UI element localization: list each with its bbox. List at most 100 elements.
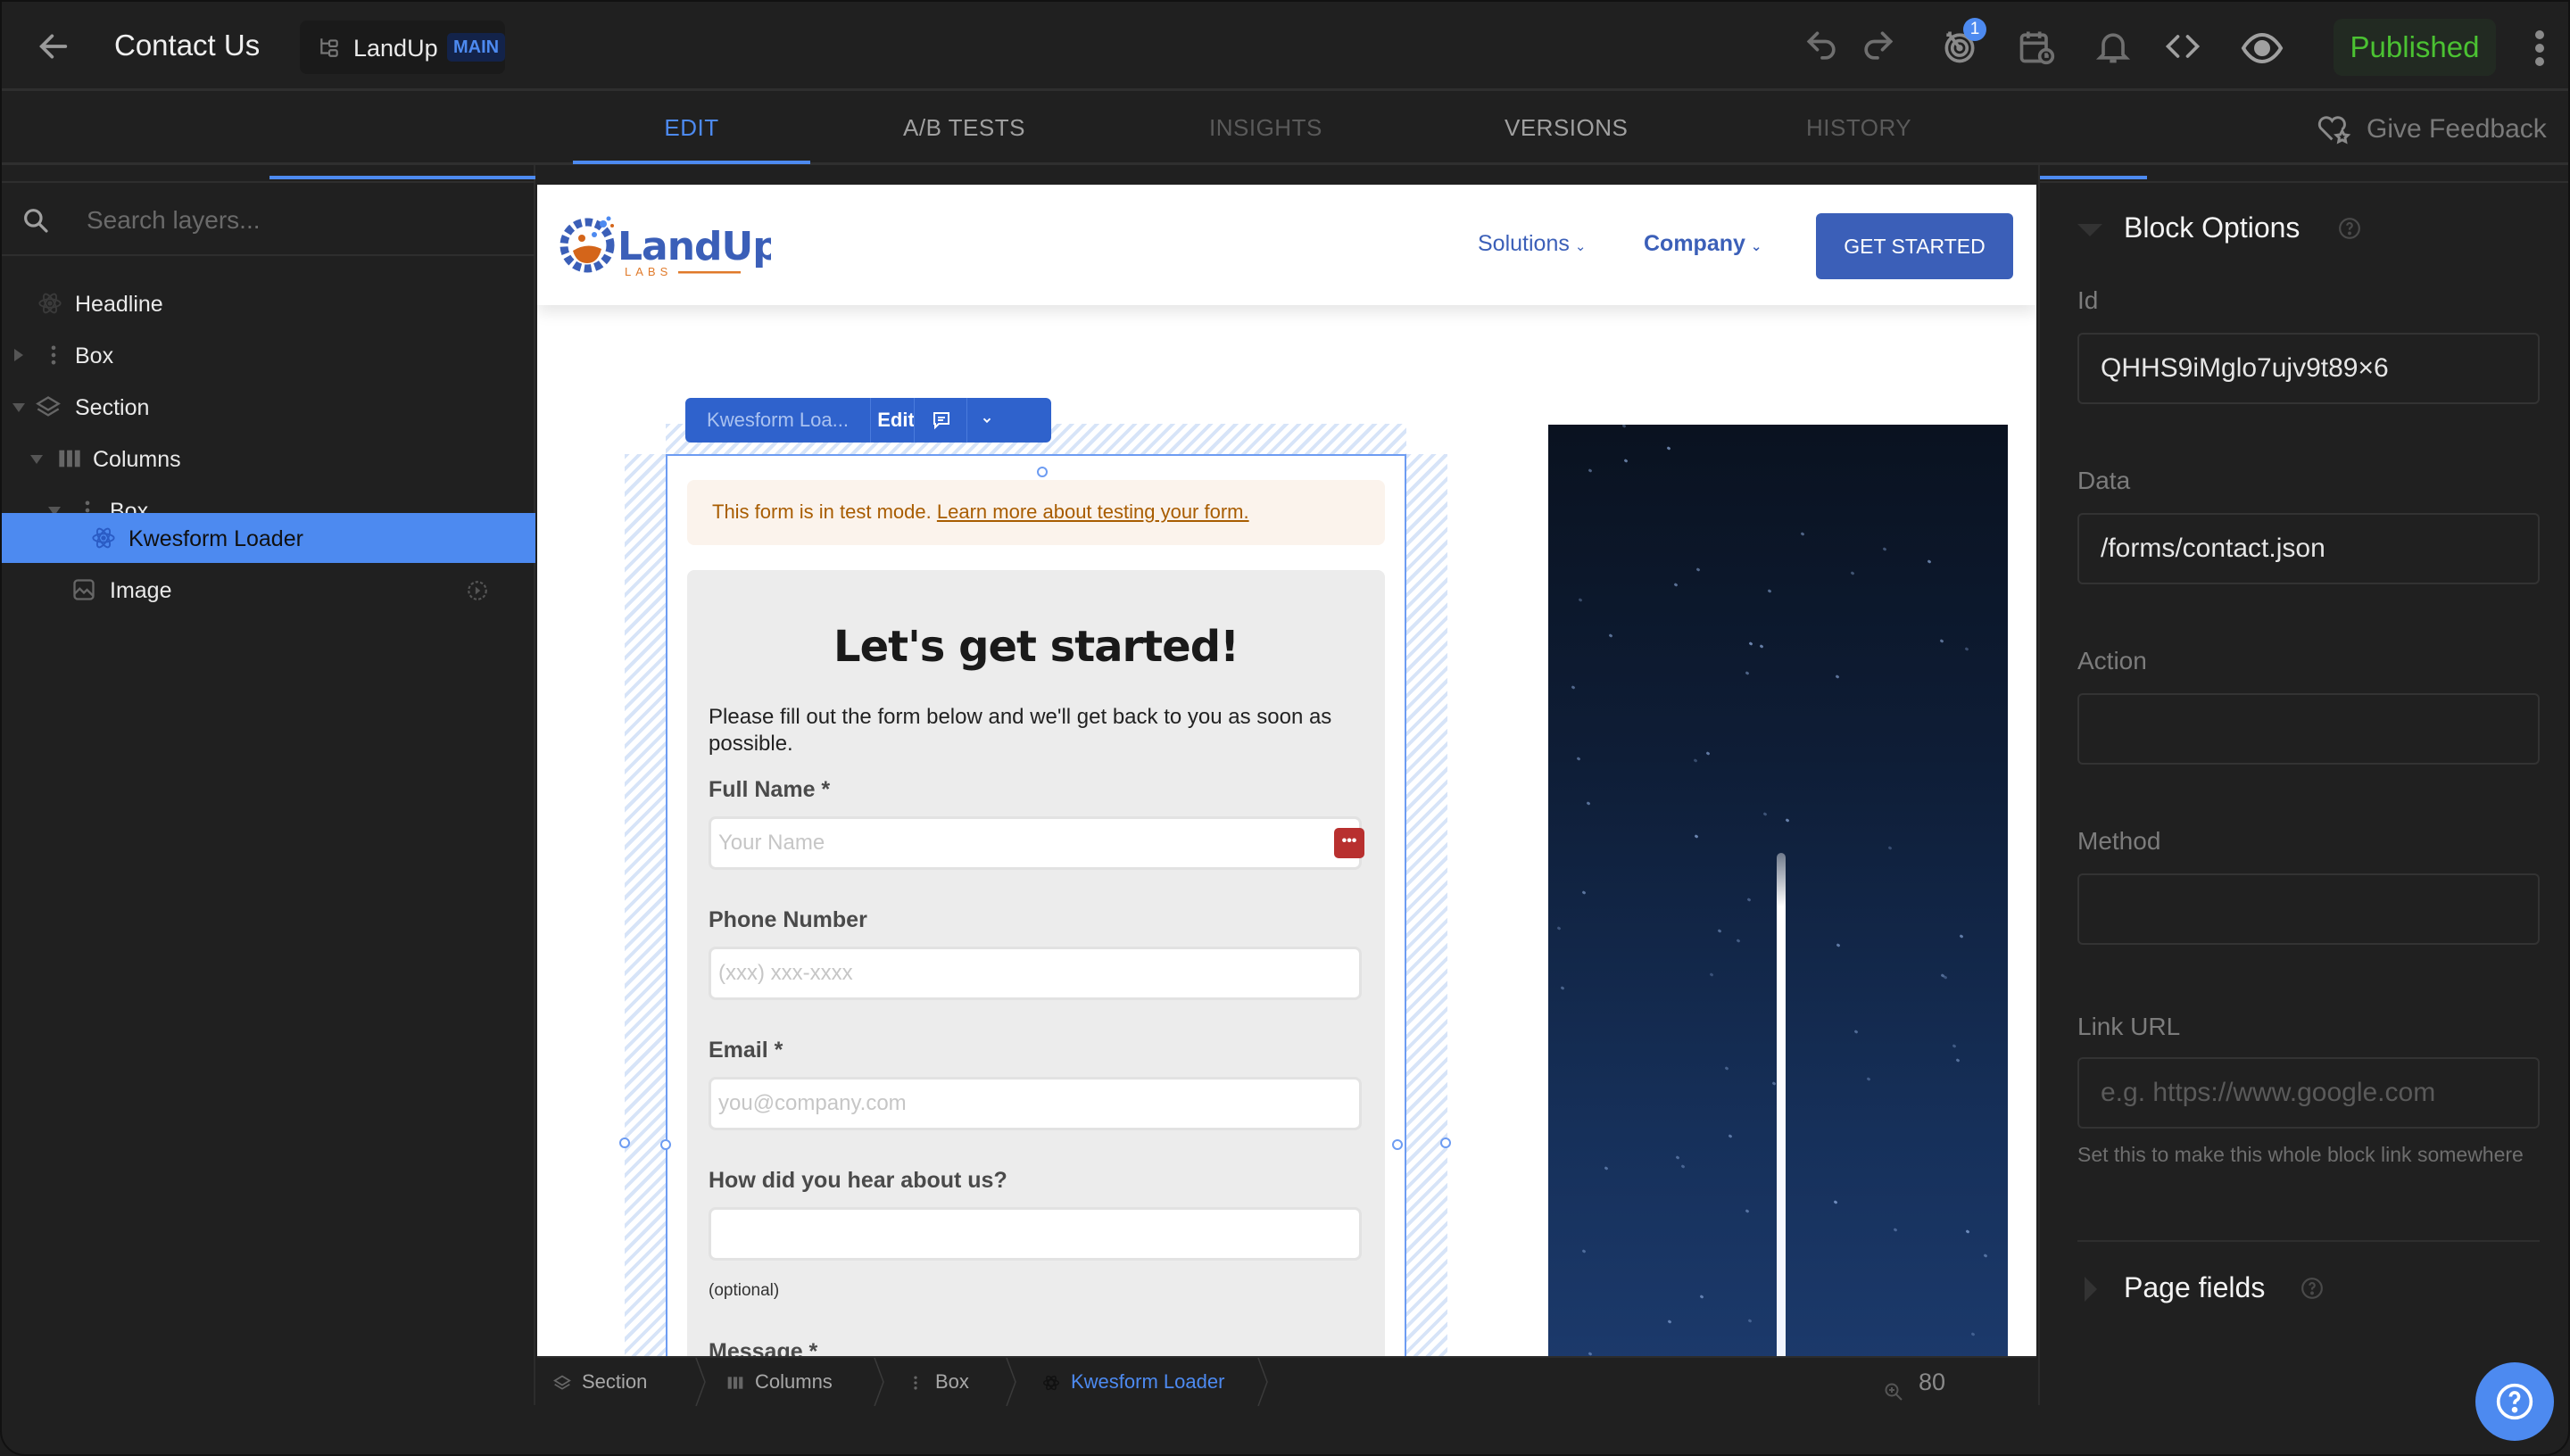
email-input[interactable] [709,1077,1362,1130]
svg-text:LABS: LABS [625,265,672,278]
star [1833,1200,1838,1204]
star [1745,671,1750,675]
heart-star-icon [2315,111,2352,146]
landup-labs-logo[interactable]: LandUp LABS [557,208,781,283]
layer-item-kwesform-loader[interactable]: Kwesform Loader [2,513,535,563]
branch-icon [318,36,341,59]
code-icon[interactable] [2163,27,2202,66]
layer-label: Columns [93,447,181,472]
star [1571,685,1576,690]
resize-handle-right[interactable] [1392,1139,1403,1150]
chevron-down-icon: ⌄ [1750,239,1762,254]
layer-item-columns[interactable]: Columns [2,434,535,485]
breadcrumb-label: Kwesform Loader [1071,1370,1225,1393]
undo-icon[interactable] [1803,27,1842,66]
caret-down-icon [2077,224,2102,236]
learn-more-testing-link[interactable]: Learn more about testing your form. [937,500,1249,523]
data-input[interactable] [2077,513,2540,584]
star [1667,1320,1672,1324]
star [1581,1249,1587,1253]
caret-down-icon[interactable] [30,455,43,464]
link-url-label: Link URL [2077,1013,2181,1040]
selected-block-kwesform[interactable]: This form is in test mode. Learn more ab… [660,454,1406,1356]
tab-versions[interactable]: VERSIONS [1505,114,1628,142]
block-options-panel: Block Options Id Data Action Method Link… [2038,165,2568,1405]
action-input[interactable] [2077,693,2540,765]
nav-solutions[interactable]: Solutions ⌄ [1478,231,1586,257]
play-circle-icon[interactable] [466,579,489,602]
caret-down-icon[interactable] [12,403,25,412]
bell-icon[interactable] [2093,27,2133,66]
columns-icon [726,1361,744,1389]
tab-insights[interactable]: INSIGHTS [1209,114,1322,142]
help-chat-button[interactable] [2475,1362,2554,1441]
redo-icon[interactable] [1858,27,1897,66]
published-button[interactable]: Published [2334,19,2496,76]
schedule-calendar-icon[interactable] [2017,27,2056,66]
editor-canvas[interactable]: LandUp LABS Solutions ⌄ Company ⌄ GET STAR… [537,185,2036,1356]
method-label: Method [2077,827,2161,855]
block-name-label[interactable]: Kwesform Loa... [685,398,871,443]
caret-right-icon[interactable] [14,349,23,361]
star [1675,1155,1680,1160]
layer-item-box[interactable]: Box [2,330,535,382]
star [1785,818,1790,823]
star [1623,459,1629,463]
star [1694,834,1699,839]
id-input[interactable] [2077,333,2540,404]
method-input[interactable] [2077,873,2540,945]
nav-company[interactable]: Company ⌄ [1644,231,1762,257]
star [1762,812,1768,816]
margin-handle-right[interactable] [1440,1138,1451,1148]
hero-image-rocket-launch[interactable] [1548,425,2008,1356]
chevron-down-icon[interactable] [967,398,1010,443]
breadcrumb-kwesform-loader[interactable]: Kwesform Loader [1042,1358,1224,1406]
back-arrow-icon[interactable] [36,29,71,64]
breadcrumb-section[interactable]: Section [553,1358,647,1406]
tab-edit[interactable]: EDIT [573,114,810,164]
layer-label: Box [75,343,114,368]
more-vertical-icon[interactable] [2533,29,2547,68]
top-bar: Contact Us LandUp MAIN 1 Published [2,2,2568,91]
zoom-level: 80 [1919,1369,1946,1395]
layer-label: Headline [75,292,163,317]
comment-icon[interactable] [914,398,967,443]
phone-number-label: Phone Number [709,907,867,932]
give-feedback-label: Give Feedback [2367,114,2547,144]
star [1893,1228,1898,1232]
zoom-control[interactable]: 80 [1885,1358,1946,1406]
get-started-button[interactable]: GET STARTED [1816,213,2013,279]
resize-handle-top[interactable] [1037,467,1048,477]
layer-item-image[interactable]: Image [2,565,535,616]
star [1964,647,1969,651]
block-edit-button[interactable]: Edit [875,398,917,443]
rocket-trail [1777,853,1786,1356]
layers-icon [553,1361,571,1390]
referral-source-input[interactable] [709,1207,1362,1261]
margin-handle-left[interactable] [619,1138,630,1148]
star [1927,559,1932,564]
resize-handle-left[interactable] [660,1139,671,1150]
layer-item-section[interactable]: Section [2,382,535,434]
help-circle-icon[interactable] [2338,217,2361,240]
search-layers-input[interactable] [87,201,515,240]
password-manager-icon[interactable]: ••• [1334,828,1364,858]
branch-selector[interactable]: LandUp MAIN [300,21,506,74]
help-circle-icon[interactable] [2301,1277,2324,1300]
full-name-input[interactable] [709,816,1362,870]
layer-item-headline[interactable]: Headline [2,278,535,330]
layers-icon [36,394,61,419]
page-title: Contact Us [114,29,261,62]
breadcrumb-box[interactable]: Box [907,1358,969,1406]
breadcrumb-columns[interactable]: Columns [726,1358,833,1406]
tab-history[interactable]: HISTORY [1806,114,1911,142]
phone-number-input[interactable] [709,947,1362,1000]
email-label: Email * [709,1038,783,1063]
tab-ab-tests[interactable]: A/B TESTS [903,114,1025,142]
star [1604,1166,1609,1171]
star [1853,1030,1859,1034]
star [1887,846,1893,850]
star [1717,929,1722,933]
link-url-input[interactable] [2077,1057,2540,1129]
eye-preview-icon[interactable] [2240,27,2284,70]
